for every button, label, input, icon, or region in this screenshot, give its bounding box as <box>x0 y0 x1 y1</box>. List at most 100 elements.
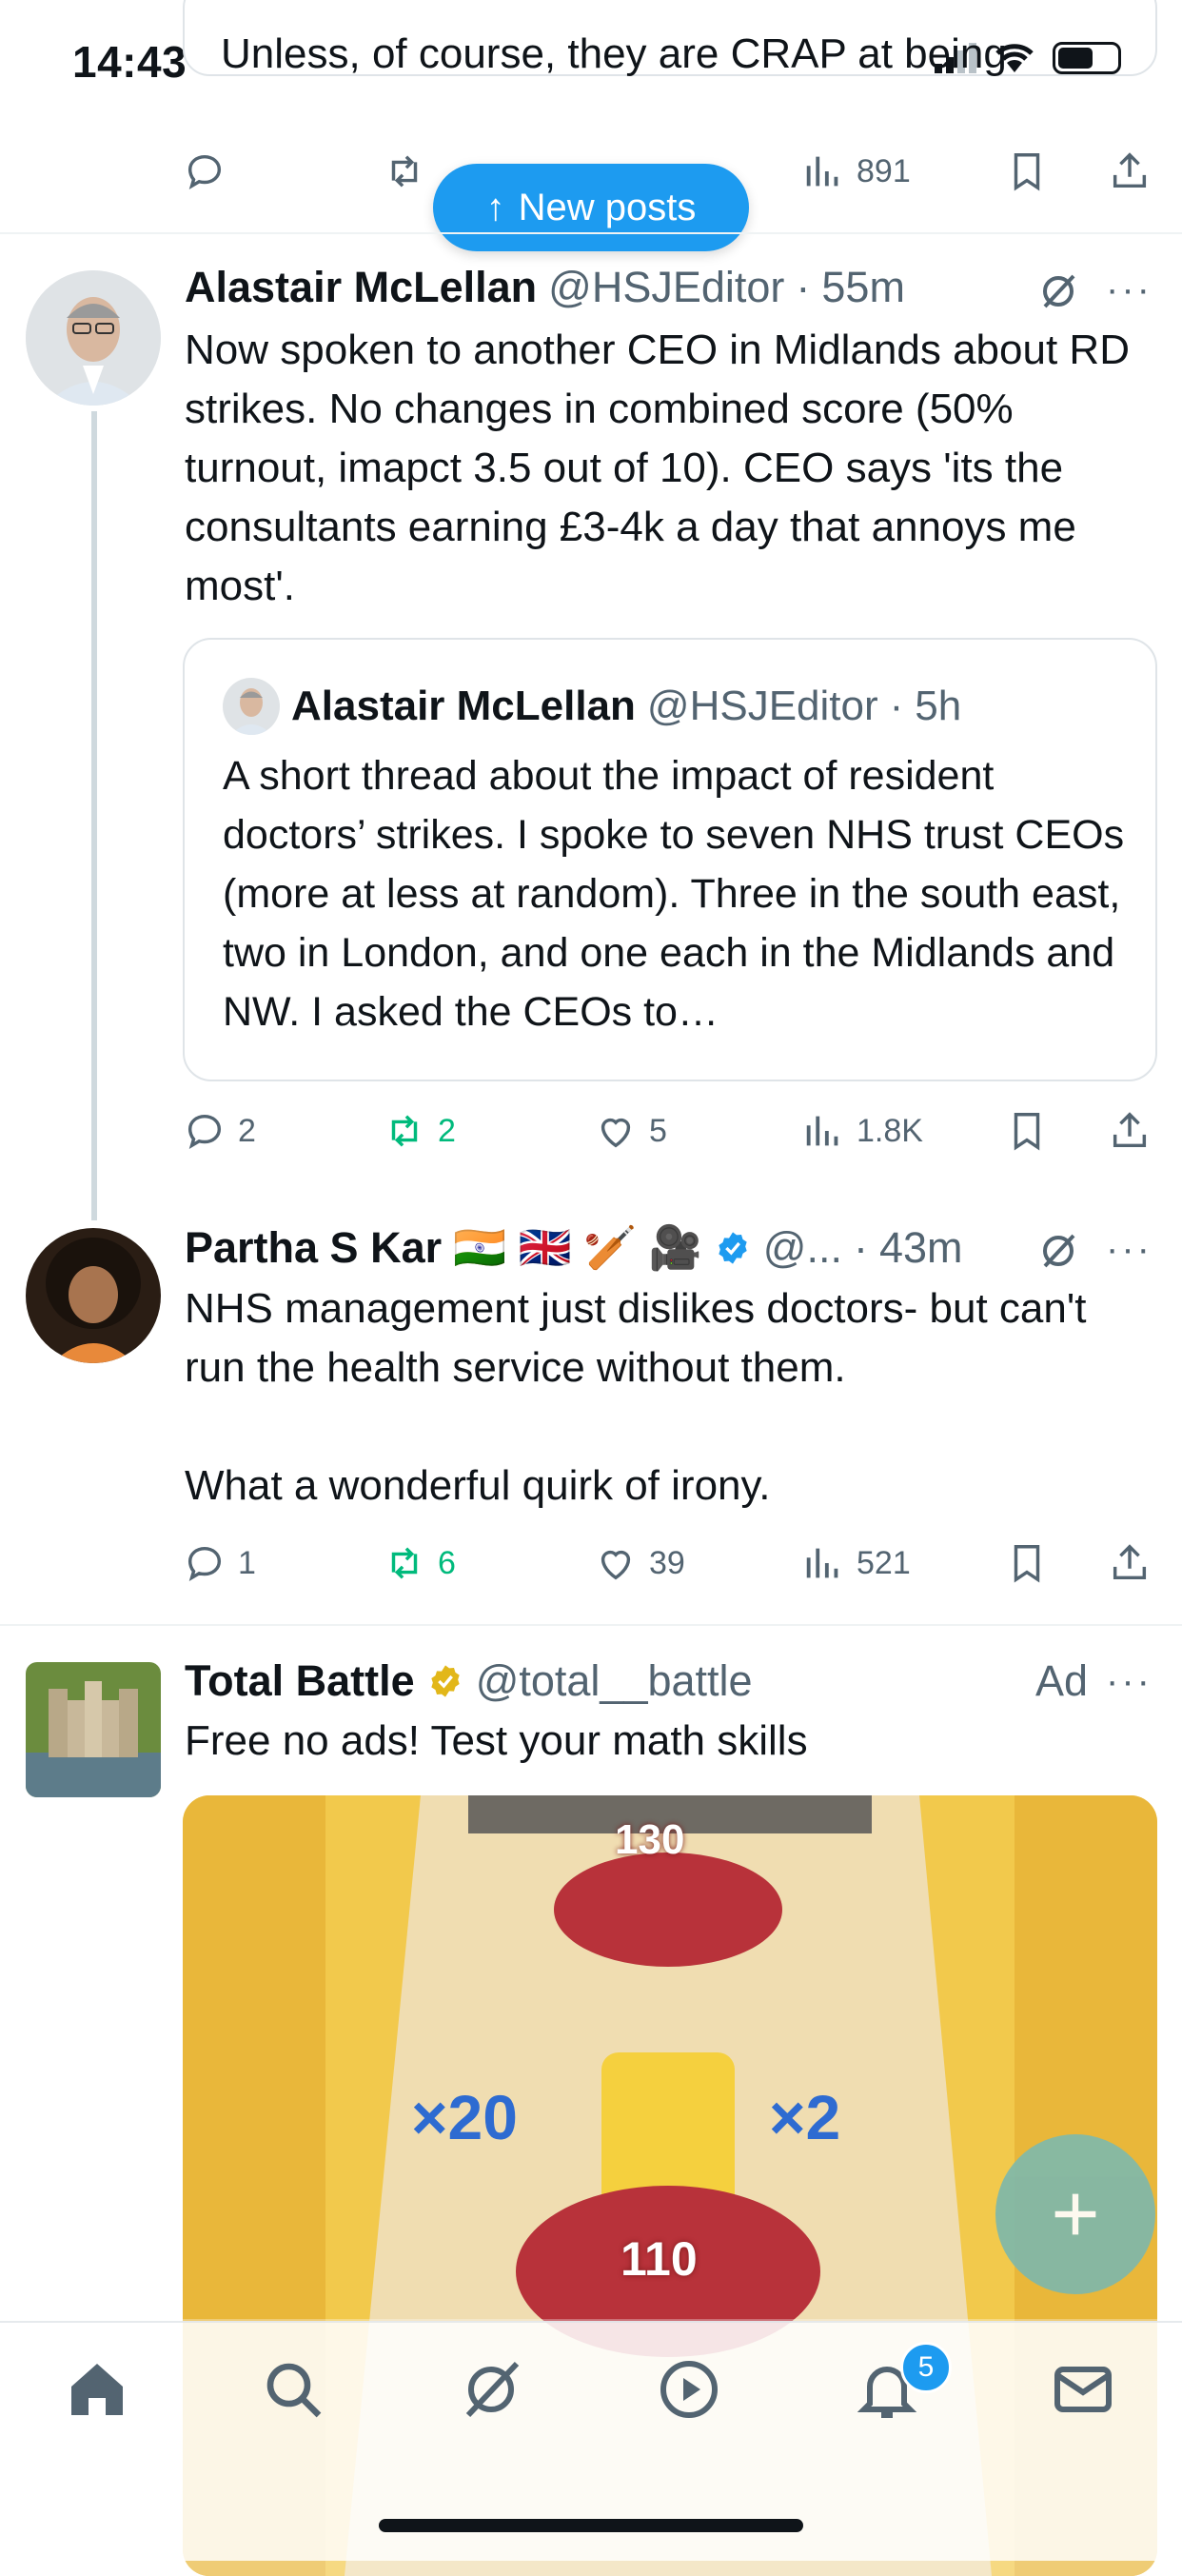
share-icon <box>1113 152 1147 188</box>
bookmark-icon <box>1014 153 1040 191</box>
quote-header: Alastair McLellan @HSJEditor · 5h <box>223 678 961 735</box>
bookmark-icon <box>1014 1113 1040 1151</box>
reply-count: 2 <box>238 1112 256 1149</box>
author-emojis: 🇮🇳 🇬🇧 🏏 🎥 <box>453 1223 702 1272</box>
views-count: 891 <box>857 152 911 189</box>
like-button[interactable]: 39 <box>594 1541 685 1585</box>
tweet2-header: Partha S Kar 🇮🇳 🇬🇧 🏏 🎥 @... · 43m <box>185 1222 963 1273</box>
reply-icon <box>187 154 222 190</box>
views-icon <box>806 1548 838 1578</box>
video-icon[interactable] <box>655 2355 723 2424</box>
game-gate-right: ×2 <box>769 2082 841 2152</box>
separator: · <box>796 263 811 311</box>
game-gate-left: ×20 <box>411 2082 518 2152</box>
views-button[interactable]: 521 <box>801 1541 911 1585</box>
repost-icon <box>391 1547 418 1579</box>
share-button[interactable] <box>1108 1109 1152 1153</box>
like-count: 39 <box>649 1544 685 1581</box>
quote-avatar <box>223 678 280 735</box>
views-icon <box>806 1116 838 1146</box>
more-icon[interactable]: ··· <box>1106 1228 1152 1271</box>
reply-icon <box>187 1114 222 1150</box>
more-icon[interactable]: ··· <box>1106 1660 1152 1703</box>
more-icon[interactable]: ··· <box>1106 268 1152 311</box>
timestamp[interactable]: 43m <box>879 1223 963 1273</box>
avatar-alastair[interactable] <box>26 270 161 406</box>
search-icon[interactable] <box>259 2355 327 2424</box>
reply-button[interactable]: 2 <box>183 1109 256 1153</box>
views-count: 521 <box>857 1544 911 1581</box>
views-button[interactable]: 891 <box>801 149 911 193</box>
ad-header: Total Battle @total__battle <box>185 1656 753 1706</box>
thread-line <box>91 411 97 1220</box>
views-button[interactable]: 1.8K <box>801 1109 923 1153</box>
new-posts-label: New posts <box>518 186 697 228</box>
quote-timestamp: 5h <box>915 683 962 729</box>
author-handle[interactable]: @HSJEditor <box>548 263 784 312</box>
compose-icon <box>1054 2193 1096 2235</box>
ad-label: Ad <box>1035 1656 1089 1705</box>
separator: · <box>853 1222 868 1272</box>
author-handle[interactable]: @... <box>763 1223 842 1273</box>
compose-button[interactable] <box>995 2134 1155 2294</box>
repost-button[interactable] <box>383 149 426 193</box>
like-count: 5 <box>649 1112 667 1149</box>
quoted-tweet-card[interactable]: Alastair McLellan @HSJEditor · 5h A shor… <box>183 638 1157 1081</box>
messages-icon[interactable] <box>1049 2355 1117 2424</box>
like-icon <box>601 1118 631 1148</box>
status-time: 14:43 <box>72 37 187 87</box>
tweet2-text-line2: What a wonderful quirk of irony. <box>185 1462 771 1509</box>
grok-icon[interactable] <box>1035 1228 1081 1274</box>
quote-separator: · <box>889 683 904 729</box>
quote-author-handle: @HSJEditor <box>646 683 878 729</box>
share-icon <box>1113 1112 1147 1148</box>
grok-icon[interactable] <box>1035 268 1081 314</box>
game-number-bottom: 110 <box>621 2232 698 2286</box>
ad-author-handle[interactable]: @total__battle <box>476 1656 753 1706</box>
repost-icon <box>391 155 418 188</box>
views-icon <box>806 156 838 187</box>
ad-author-name[interactable]: Total Battle <box>185 1656 415 1706</box>
views-count: 1.8K <box>857 1112 923 1149</box>
home-icon[interactable] <box>63 2355 131 2424</box>
verified-gold-icon <box>431 1665 460 1697</box>
bookmark-button[interactable] <box>1005 1109 1049 1153</box>
share-button[interactable] <box>1108 1541 1152 1585</box>
tweet2-actions: 1 6 39 521 <box>183 1533 1163 1594</box>
reply-button[interactable]: 1 <box>183 1541 256 1585</box>
home-indicator <box>379 2519 803 2532</box>
bookmark-icon <box>1014 1545 1040 1583</box>
avatar-partha[interactable] <box>26 1228 161 1363</box>
divider <box>0 232 1182 234</box>
new-posts-button[interactable]: ↑ New posts <box>433 164 749 251</box>
repost-count: 2 <box>438 1112 456 1149</box>
verified-icon <box>719 1231 747 1264</box>
timestamp[interactable]: 55m <box>821 263 905 312</box>
repost-icon <box>391 1115 418 1147</box>
quote-text: A short thread about the impact of resid… <box>223 753 1125 1035</box>
repost-button[interactable]: 6 <box>383 1541 456 1585</box>
tweet2-text-line1: NHS management just dislikes doctors- bu… <box>185 1285 1087 1391</box>
previous-tweet-text: Unless, of course, they are CRAP at bein… <box>221 30 1019 77</box>
author-name[interactable]: Partha S Kar <box>185 1223 442 1273</box>
divider <box>0 1624 1182 1626</box>
like-icon <box>601 1550 631 1580</box>
reply-button[interactable] <box>183 149 227 193</box>
bookmark-button[interactable] <box>1005 1541 1049 1585</box>
reply-icon <box>187 1546 222 1582</box>
repost-count: 6 <box>438 1544 456 1581</box>
ad-text: Free no ads! Test your math skills <box>185 1717 808 1764</box>
bookmark-button[interactable] <box>1005 149 1049 193</box>
quote-author-name: Alastair McLellan <box>291 683 636 729</box>
avatar-total-battle[interactable] <box>26 1662 161 1797</box>
like-button[interactable]: 5 <box>594 1109 667 1153</box>
share-icon <box>1113 1544 1147 1580</box>
grok-icon[interactable] <box>457 2355 525 2424</box>
repost-button[interactable]: 2 <box>383 1109 456 1153</box>
share-button[interactable] <box>1108 149 1152 193</box>
notifications-badge: 5 <box>900 2342 952 2393</box>
tweet1-text: Now spoken to another CEO in Midlands ab… <box>185 327 1130 609</box>
author-name[interactable]: Alastair McLellan <box>185 263 537 312</box>
tweet1-header: Alastair McLellan @HSJEditor · 55m <box>185 263 905 312</box>
tweet1-actions: 2 2 5 1.8K <box>183 1100 1163 1161</box>
